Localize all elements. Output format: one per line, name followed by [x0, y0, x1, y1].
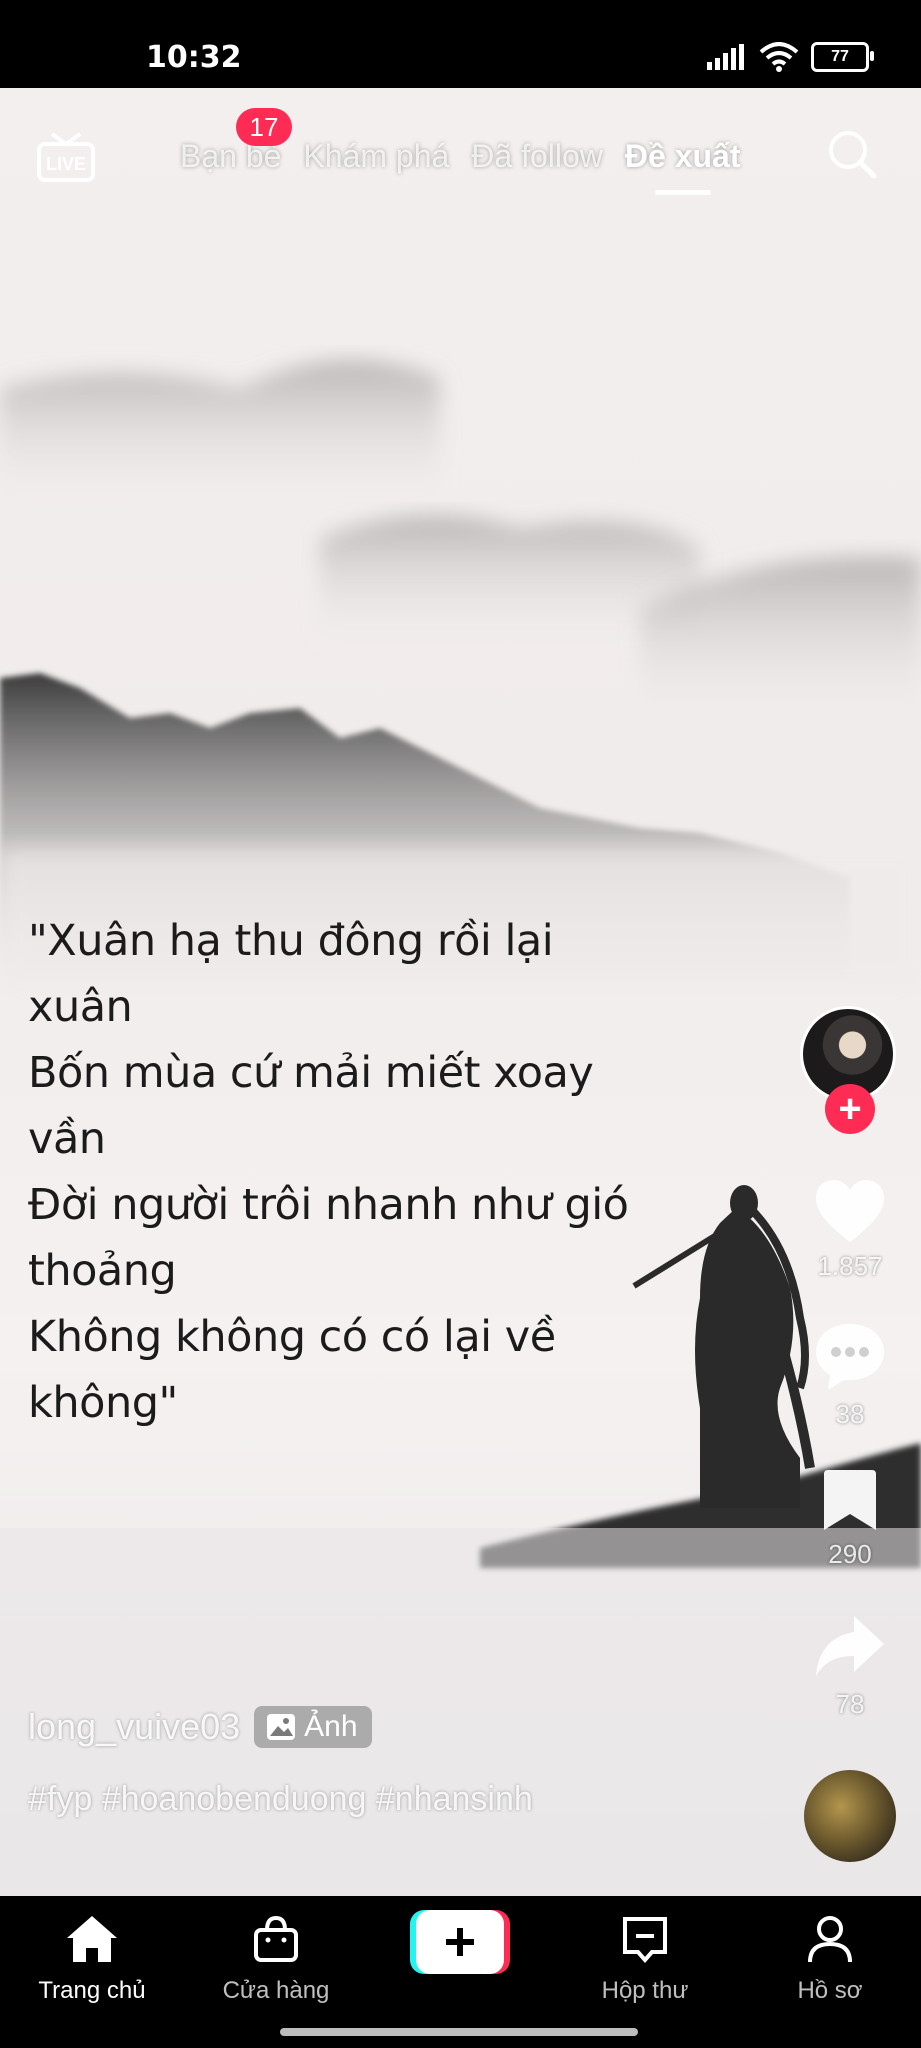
save-count: 290	[828, 1539, 872, 1569]
author-row: long_vuive03 Ảnh	[28, 1706, 372, 1748]
tab-following-label: Đã follow	[471, 138, 603, 174]
tab-following[interactable]: Đã follow	[471, 138, 603, 175]
bookmark-icon	[824, 1470, 876, 1530]
inbox-icon	[623, 1917, 667, 1964]
signal-icon	[707, 44, 744, 70]
like-count: 1.857	[817, 1251, 883, 1281]
nav-home[interactable]: Trang chủ	[22, 1914, 162, 2005]
like-button[interactable]: 1.857	[800, 1178, 900, 1282]
music-disc-icon[interactable]	[804, 1770, 896, 1862]
wifi-icon	[759, 42, 799, 72]
tab-explore[interactable]: Khám phá	[303, 138, 449, 175]
top-navigation: LIVE Bạn bè 17 Khám phá Đã follow Đề xuấ…	[0, 88, 921, 228]
tab-friends[interactable]: Bạn bè 17	[180, 108, 292, 175]
feed-tabs: Bạn bè 17 Khám phá Đã follow Đề xuất	[180, 108, 763, 195]
nav-shop[interactable]: Cửa hàng	[206, 1914, 346, 2005]
nav-inbox[interactable]: Hộp thư	[575, 1914, 715, 2005]
comment-button[interactable]: 38	[800, 1322, 900, 1430]
hashtags[interactable]: #fyp #hoanobenduong #nhansinh	[28, 1780, 533, 1819]
bottom-navigation: Trang chủ Cửa hàng Hộp thư Hồ sơ	[0, 1896, 921, 2048]
share-icon	[816, 1616, 884, 1676]
follow-button[interactable]: +	[825, 1084, 875, 1134]
battery-icon: 77	[811, 42, 874, 72]
active-tab-indicator	[654, 190, 711, 195]
comment-count: 38	[835, 1399, 865, 1429]
status-bar: 10:32 77	[0, 0, 921, 88]
search-icon[interactable]	[826, 128, 878, 180]
nav-inbox-label: Hộp thư	[601, 1977, 689, 2004]
photo-badge-label: Ảnh	[304, 1710, 358, 1743]
video-feed[interactable]: LIVE Bạn bè 17 Khám phá Đã follow Đề xuấ…	[0, 88, 921, 1896]
nav-profile[interactable]: Hồ sơ	[760, 1914, 900, 2005]
comment-icon	[816, 1324, 884, 1390]
share-count: 78	[835, 1689, 865, 1719]
nav-profile-label: Hồ sơ	[797, 1977, 863, 2004]
status-time: 10:32	[146, 40, 242, 75]
heart-icon	[816, 1180, 884, 1242]
tab-explore-label: Khám phá	[303, 138, 450, 174]
tab-for-you-label: Đề xuất	[624, 138, 741, 174]
shopping-bag-icon	[254, 1915, 298, 1962]
save-button[interactable]: 290	[800, 1468, 900, 1570]
nav-home-label: Trang chủ	[38, 1977, 146, 2004]
home-indicator[interactable]	[280, 2028, 638, 2036]
svg-text:LIVE: LIVE	[46, 154, 86, 174]
live-icon[interactable]: LIVE	[36, 130, 96, 182]
post-caption: "Xuân hạ thu đông rồi lại xuân Bốn mùa c…	[28, 916, 629, 1428]
profile-icon	[808, 1916, 852, 1963]
tab-for-you[interactable]: Đề xuất	[624, 138, 741, 195]
status-icons: 77	[707, 42, 874, 72]
share-button[interactable]: 78	[800, 1612, 900, 1720]
photo-badge: Ảnh	[254, 1706, 372, 1748]
image-icon	[267, 1714, 296, 1740]
create-button[interactable]	[410, 1910, 510, 1974]
home-icon	[67, 1916, 117, 1962]
notification-badge: 17	[236, 108, 292, 146]
nav-shop-label: Cửa hàng	[222, 1977, 330, 2004]
author-name[interactable]: long_vuive03	[28, 1706, 240, 1748]
battery-level: 77	[831, 48, 849, 65]
